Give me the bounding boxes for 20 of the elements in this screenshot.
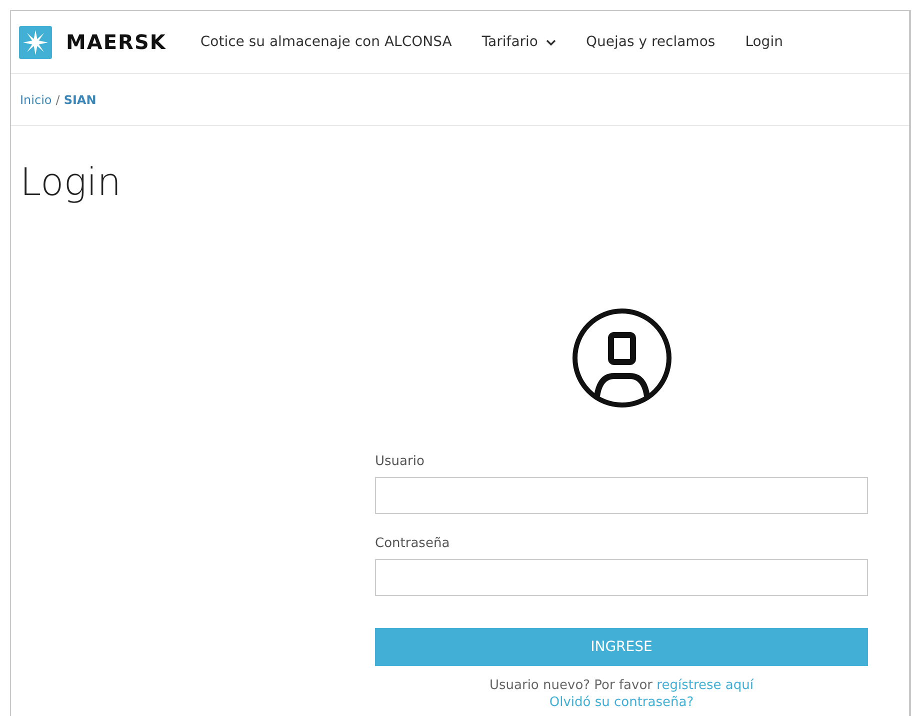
register-prompt: Usuario nuevo? Por favor regístrese aquí (488, 678, 755, 693)
nav-link[interactable]: Login (745, 34, 783, 50)
caret-icon (546, 38, 556, 46)
nav-link[interactable]: Quejas y reclamos (586, 34, 716, 50)
breadcrumb-link[interactable]: SIAN (64, 92, 96, 106)
register-link[interactable]: regístrese aquí (656, 678, 754, 693)
nav-link[interactable]: Cotice su almacenaje con ALCONSA (200, 34, 452, 50)
input-field[interactable] (375, 477, 868, 514)
forgot-password-link[interactable]: Olvidó su contraseña? (549, 695, 694, 710)
nav-link[interactable]: Tarifario (482, 34, 556, 50)
star-logo-icon (19, 26, 52, 58)
brand-name: MAERSK (66, 30, 166, 54)
field-label: Contraseña (375, 536, 451, 551)
field-label: Usuario (375, 454, 426, 469)
breadcrumb-link[interactable]: Inicio (20, 92, 52, 106)
submit-button[interactable]: INGRESE (375, 628, 868, 666)
page-title: Login (20, 160, 122, 204)
user-icon (572, 308, 672, 408)
input-field[interactable] (375, 559, 868, 596)
breadcrumb-separator: / (56, 92, 60, 106)
